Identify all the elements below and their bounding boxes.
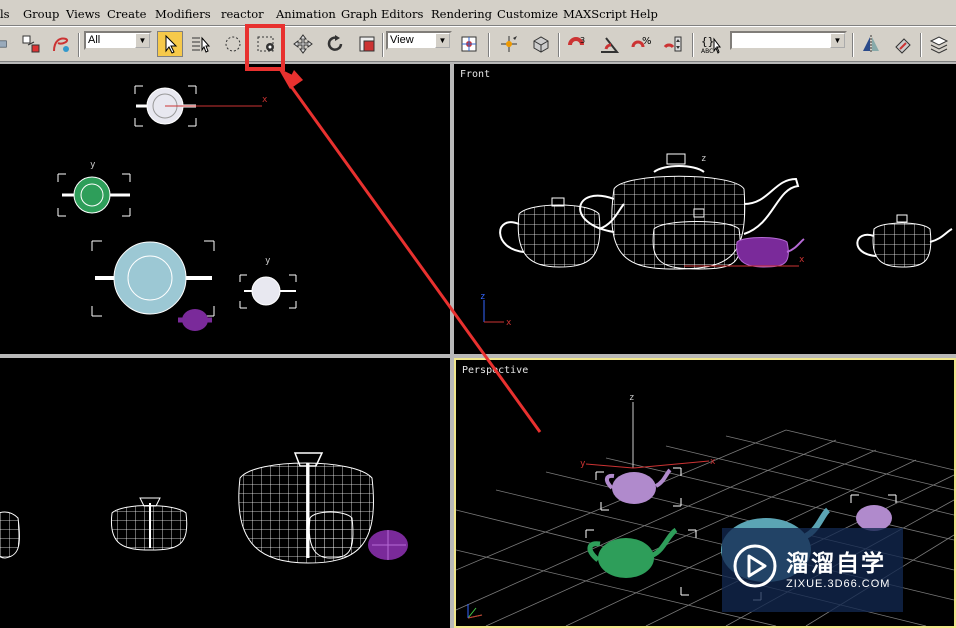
teapot-front-right: [856, 214, 953, 268]
svg-text:3: 3: [580, 36, 585, 45]
edit-named-selection-sets-icon[interactable]: {} ABC: [698, 31, 724, 57]
select-and-link-icon[interactable]: [0, 31, 14, 57]
teapot-left-view-4: [308, 511, 354, 559]
teapot-top-view-4: [239, 274, 297, 309]
watermark-title: 溜溜自学: [786, 551, 886, 577]
select-and-manipulate-icon[interactable]: [496, 31, 522, 57]
menu-item-tools-partial[interactable]: ls: [0, 7, 10, 21]
chevron-down-icon: ▼: [435, 33, 450, 48]
named-selection-sets-dropdown[interactable]: ▼: [730, 31, 847, 50]
teapot-front-left: [499, 197, 625, 268]
select-by-name-icon[interactable]: [187, 31, 213, 57]
svg-text:{}: {}: [701, 35, 714, 48]
teapot-left-view-2: [110, 497, 188, 551]
menu-item-customize[interactable]: Customize: [497, 7, 558, 21]
percent-snap-toggle-icon[interactable]: %: [628, 31, 654, 57]
persp-axis-x: x: [710, 457, 716, 467]
menu-item-animation[interactable]: Animation: [276, 7, 336, 21]
front-viewport[interactable]: Front z x z x: [454, 64, 956, 354]
teapot-perspective-green: [587, 527, 678, 578]
top-viewport-scene: x y y: [57, 85, 297, 331]
layer-manager-icon[interactable]: [926, 31, 952, 57]
select-and-move-icon[interactable]: [290, 31, 316, 57]
menu-item-modifiers[interactable]: Modifiers: [155, 7, 211, 21]
chevron-down-icon: ▼: [830, 33, 845, 48]
teapot-top-view-5: [178, 309, 212, 331]
spinner-snap-toggle-icon[interactable]: [660, 31, 686, 57]
teapot-top-view-1: [134, 85, 262, 127]
menu-item-create[interactable]: Create: [107, 7, 146, 21]
teapot-left-view-3: [238, 452, 374, 564]
persp-axis-z: z: [629, 393, 634, 403]
teapot-top-view-2: [57, 173, 131, 217]
menu-item-views[interactable]: Views: [66, 7, 100, 21]
chevron-down-icon: ▼: [135, 33, 150, 48]
menu-item-rendering[interactable]: Rendering: [431, 7, 492, 21]
watermark-url: ZIXUE.3D66.COM: [786, 578, 891, 590]
main-toolbar: All ▼ View ▼ 3 % {} ABC ▼: [0, 26, 956, 62]
use-pivot-center-icon[interactable]: [456, 31, 482, 57]
reference-coordinate-value: View: [390, 34, 414, 46]
svg-text:%: %: [642, 36, 652, 47]
menu-item-help[interactable]: Help: [630, 7, 658, 21]
teapot-perspective-lavender: [595, 467, 682, 511]
left-viewport-scene: [0, 452, 408, 564]
teapot-left-view-purple: [368, 530, 408, 560]
left-viewport[interactable]: [0, 358, 450, 628]
menu-item-graph-editors[interactable]: Graph Editors: [341, 7, 423, 21]
annotation-highlight-box: [245, 24, 285, 71]
menu-item-group[interactable]: Group: [23, 7, 59, 21]
tripod-x-label: x: [506, 318, 512, 328]
unlink-selection-icon[interactable]: [18, 31, 44, 57]
top-viewport[interactable]: x y y: [0, 64, 450, 354]
menu-bar: ls Group Views Create Modifiers reactor …: [0, 0, 956, 26]
axis-label-x-front: x: [799, 255, 805, 265]
angle-snap-toggle-icon[interactable]: [596, 31, 622, 57]
select-and-rotate-icon[interactable]: [322, 31, 348, 57]
mirror-icon[interactable]: [858, 31, 884, 57]
reference-coordinate-dropdown[interactable]: View ▼: [386, 31, 452, 50]
play-logo-icon: [733, 544, 777, 588]
selection-filter-dropdown[interactable]: All ▼: [84, 31, 152, 50]
tripod-z-label: z: [480, 292, 485, 302]
svg-text:ABC: ABC: [701, 48, 713, 55]
select-and-scale-icon[interactable]: [354, 31, 380, 57]
region-selection-icon[interactable]: [220, 31, 246, 57]
menu-item-maxscript[interactable]: MAXScript: [563, 7, 627, 21]
bind-to-space-warp-icon[interactable]: [48, 31, 74, 57]
front-viewport-scene: z x z x: [480, 153, 953, 328]
snaps-toggle-icon[interactable]: 3: [564, 31, 590, 57]
axis-label-y-2: y: [265, 256, 271, 266]
watermark: 溜溜自学 ZIXUE.3D66.COM: [722, 528, 903, 612]
axis-label-x: x: [262, 95, 268, 105]
menu-item-reactor[interactable]: reactor: [221, 7, 264, 21]
align-icon[interactable]: [890, 31, 916, 57]
teapot-left-view-1: [0, 511, 20, 559]
axis-label-y: y: [90, 160, 96, 170]
selection-filter-value: All: [88, 34, 101, 46]
axis-label-z: z: [701, 154, 706, 164]
select-object-icon[interactable]: [157, 31, 183, 57]
keyboard-shortcut-override-icon[interactable]: [528, 31, 554, 57]
teapot-perspective-small: [850, 494, 897, 531]
persp-axis-y: y: [580, 459, 586, 469]
teapot-top-view-3: [91, 240, 215, 317]
